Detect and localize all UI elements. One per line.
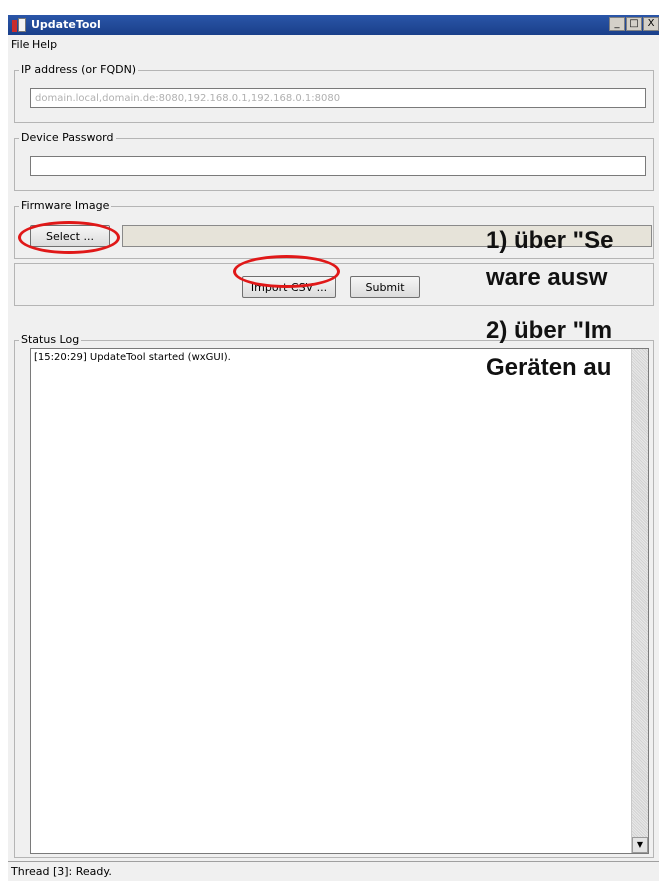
app-window: UpdateTool _ □ X File Help IP address (o… bbox=[8, 15, 659, 881]
maximize-button[interactable]: □ bbox=[626, 17, 642, 31]
log-line: [15:20:29] UpdateTool started (wxGUI). bbox=[34, 352, 231, 363]
ip-address-group: IP address (or FQDN) bbox=[14, 63, 654, 123]
firmware-image-label: Firmware Image bbox=[19, 199, 112, 213]
annotation-step2-line2: Geräten au bbox=[486, 354, 612, 381]
status-log-group: Status Log [15:20:29] UpdateTool started… bbox=[14, 333, 654, 858]
close-button[interactable]: X bbox=[643, 17, 659, 31]
window-controls: _ □ X bbox=[609, 17, 659, 31]
status-log-area[interactable]: [15:20:29] UpdateTool started (wxGUI). ▼ bbox=[30, 348, 649, 854]
annotation-step2-line1: 2) über "Im bbox=[486, 317, 613, 344]
ip-address-input[interactable] bbox=[30, 88, 646, 108]
title-bar[interactable]: UpdateTool _ □ X bbox=[8, 15, 659, 35]
minimize-button[interactable]: _ bbox=[609, 17, 625, 31]
annotation-step1-line2: ware ausw bbox=[486, 264, 608, 291]
menu-help[interactable]: Help bbox=[32, 38, 57, 51]
annotation-step1-line1: 1) über "Se bbox=[486, 227, 614, 254]
import-highlight-circle bbox=[233, 255, 340, 288]
status-log-label: Status Log bbox=[19, 333, 82, 347]
log-scrollbar[interactable]: ▼ bbox=[631, 349, 648, 853]
ip-address-label: IP address (or FQDN) bbox=[19, 63, 139, 77]
menu-file[interactable]: File bbox=[11, 38, 29, 51]
submit-button[interactable]: Submit bbox=[350, 276, 420, 298]
menu-bar: File Help bbox=[8, 36, 659, 53]
device-password-input[interactable] bbox=[30, 156, 646, 176]
select-highlight-circle bbox=[18, 221, 120, 254]
scroll-down-icon[interactable]: ▼ bbox=[632, 837, 648, 853]
device-password-group: Device Password bbox=[14, 131, 654, 191]
status-text: Thread [3]: Ready. bbox=[11, 865, 112, 878]
status-bar: Thread [3]: Ready. bbox=[8, 861, 659, 881]
device-password-label: Device Password bbox=[19, 131, 116, 145]
window-title: UpdateTool bbox=[31, 18, 101, 31]
app-icon bbox=[11, 17, 27, 33]
